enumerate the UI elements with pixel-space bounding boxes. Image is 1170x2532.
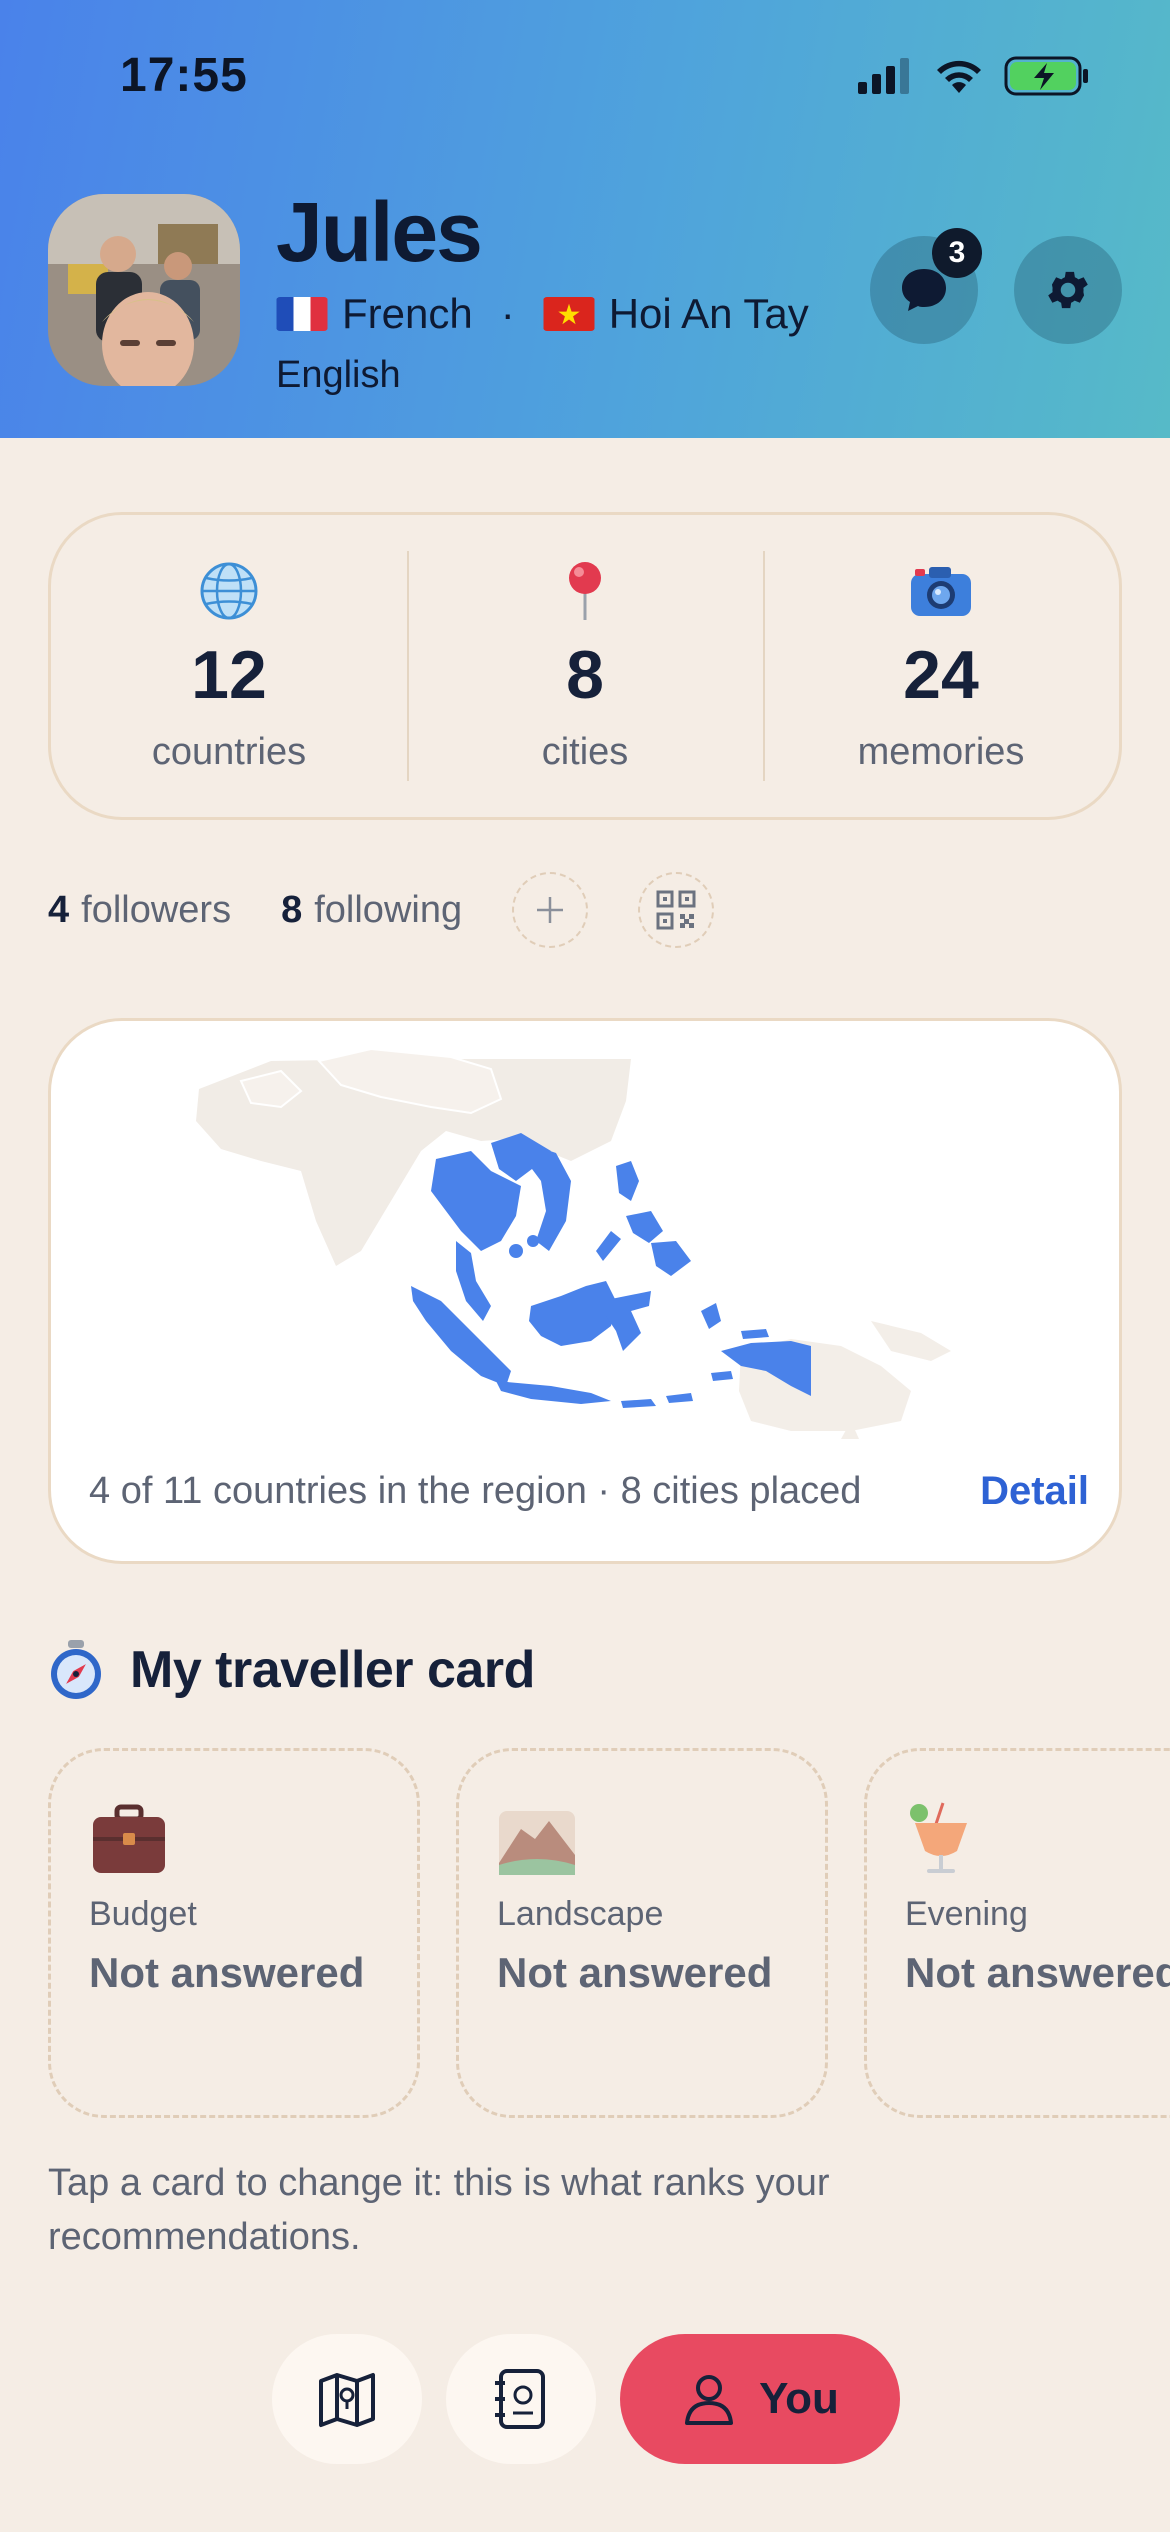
followers-link[interactable]: 4 followers xyxy=(48,889,231,932)
other-language: English xyxy=(276,354,401,396)
add-friend-button[interactable] xyxy=(512,872,589,948)
stat-label: countries xyxy=(151,730,307,773)
following-count: 8 xyxy=(281,888,303,931)
camera-icon xyxy=(909,559,973,623)
region-map xyxy=(196,1047,951,1439)
traveller-card-title: My traveller card xyxy=(130,1641,535,1699)
nav-map-button[interactable] xyxy=(272,2334,422,2464)
avatar[interactable] xyxy=(48,194,240,386)
avatar-photo xyxy=(48,194,240,386)
following-link[interactable]: 8 following xyxy=(281,889,462,932)
nav-journal-button[interactable] xyxy=(446,2334,596,2464)
landscape-card[interactable]: Landscape Not answered xyxy=(456,1748,828,2118)
home-city: Hoi An Tay xyxy=(608,290,809,337)
vietnam-flag-icon xyxy=(543,297,595,331)
status-bar: 17:55 xyxy=(0,0,1170,150)
globe-icon xyxy=(199,559,259,623)
budget-card[interactable]: Budget Not answered xyxy=(48,1748,420,2118)
language-separator: · xyxy=(500,290,515,337)
france-flag-icon xyxy=(276,297,328,331)
stats-card: 12 countries 8 cities 24 memories xyxy=(48,512,1122,820)
plus-icon xyxy=(537,897,564,923)
qr-code-button[interactable] xyxy=(638,872,715,948)
journal-icon xyxy=(495,2369,545,2429)
map-icon xyxy=(319,2373,375,2427)
pin-icon xyxy=(565,559,605,623)
battery-charging-icon xyxy=(1004,56,1088,96)
card-value: Not answered xyxy=(905,1949,1170,1996)
map-footer: 4 of 11 countries in the region · 8 citi… xyxy=(89,1469,1089,1514)
traveller-card-hint: Tap a card to change it: this is what ra… xyxy=(48,2162,830,2258)
compass-icon xyxy=(51,1640,101,1699)
stat-value: 12 xyxy=(191,636,267,713)
nav-you-button[interactable]: You xyxy=(620,2334,900,2464)
travel-map-card[interactable]: 4 of 11 countries in the region · 8 citi… xyxy=(48,1018,1122,1564)
social-row: 4 followers 8 following xyxy=(48,872,764,948)
status-time: 17:55 xyxy=(120,49,248,102)
stat-value: 8 xyxy=(566,636,604,713)
evening-card[interactable]: Evening Not answered xyxy=(864,1748,1170,2118)
status-icons xyxy=(858,56,1090,96)
wifi-icon xyxy=(937,60,981,93)
cellular-signal-icon xyxy=(858,58,909,94)
user-icon xyxy=(685,2375,734,2425)
mountain-icon xyxy=(499,1811,575,1875)
stat-countries[interactable]: 12 countries xyxy=(51,515,407,817)
followers-count: 4 xyxy=(48,888,70,931)
card-value: Not answered xyxy=(497,1949,773,1996)
stat-label: cities xyxy=(541,730,629,773)
card-value: Not answered xyxy=(89,1949,365,1996)
following-label: following xyxy=(314,888,463,931)
map-detail-link[interactable]: Detail xyxy=(980,1469,1089,1514)
briefcase-icon xyxy=(93,1804,165,1873)
traveller-cards-carousel[interactable]: Budget Not answered Landscape Not answer… xyxy=(48,1748,1170,2118)
profile-languages: French · Hoi An Tay xyxy=(276,290,809,338)
gear-icon xyxy=(1048,271,1088,309)
card-label: Landscape xyxy=(497,1895,664,1933)
stat-value: 24 xyxy=(903,636,979,713)
messages-button[interactable]: 3 xyxy=(870,228,982,344)
traveller-card-heading: My traveller card xyxy=(48,1640,535,1700)
messages-badge: 3 xyxy=(932,228,982,278)
settings-button[interactable] xyxy=(1014,236,1122,344)
card-label: Budget xyxy=(89,1895,197,1933)
stat-cities[interactable]: 8 cities xyxy=(407,515,763,817)
profile-name: Jules xyxy=(276,185,483,279)
profile-header: 17:55 Jules French · Hoi An Tay English … xyxy=(0,0,1170,438)
native-language: French xyxy=(342,290,473,337)
stat-label: memories xyxy=(857,730,1025,773)
stat-memories[interactable]: 24 memories xyxy=(763,515,1119,817)
nav-you-label: You xyxy=(759,2374,839,2423)
map-summary: 4 of 11 countries in the region · 8 citi… xyxy=(89,1470,862,1512)
cocktail-icon xyxy=(910,1802,967,1873)
card-label: Evening xyxy=(905,1895,1028,1933)
followers-label: followers xyxy=(81,888,232,931)
qr-code-icon xyxy=(656,890,696,930)
